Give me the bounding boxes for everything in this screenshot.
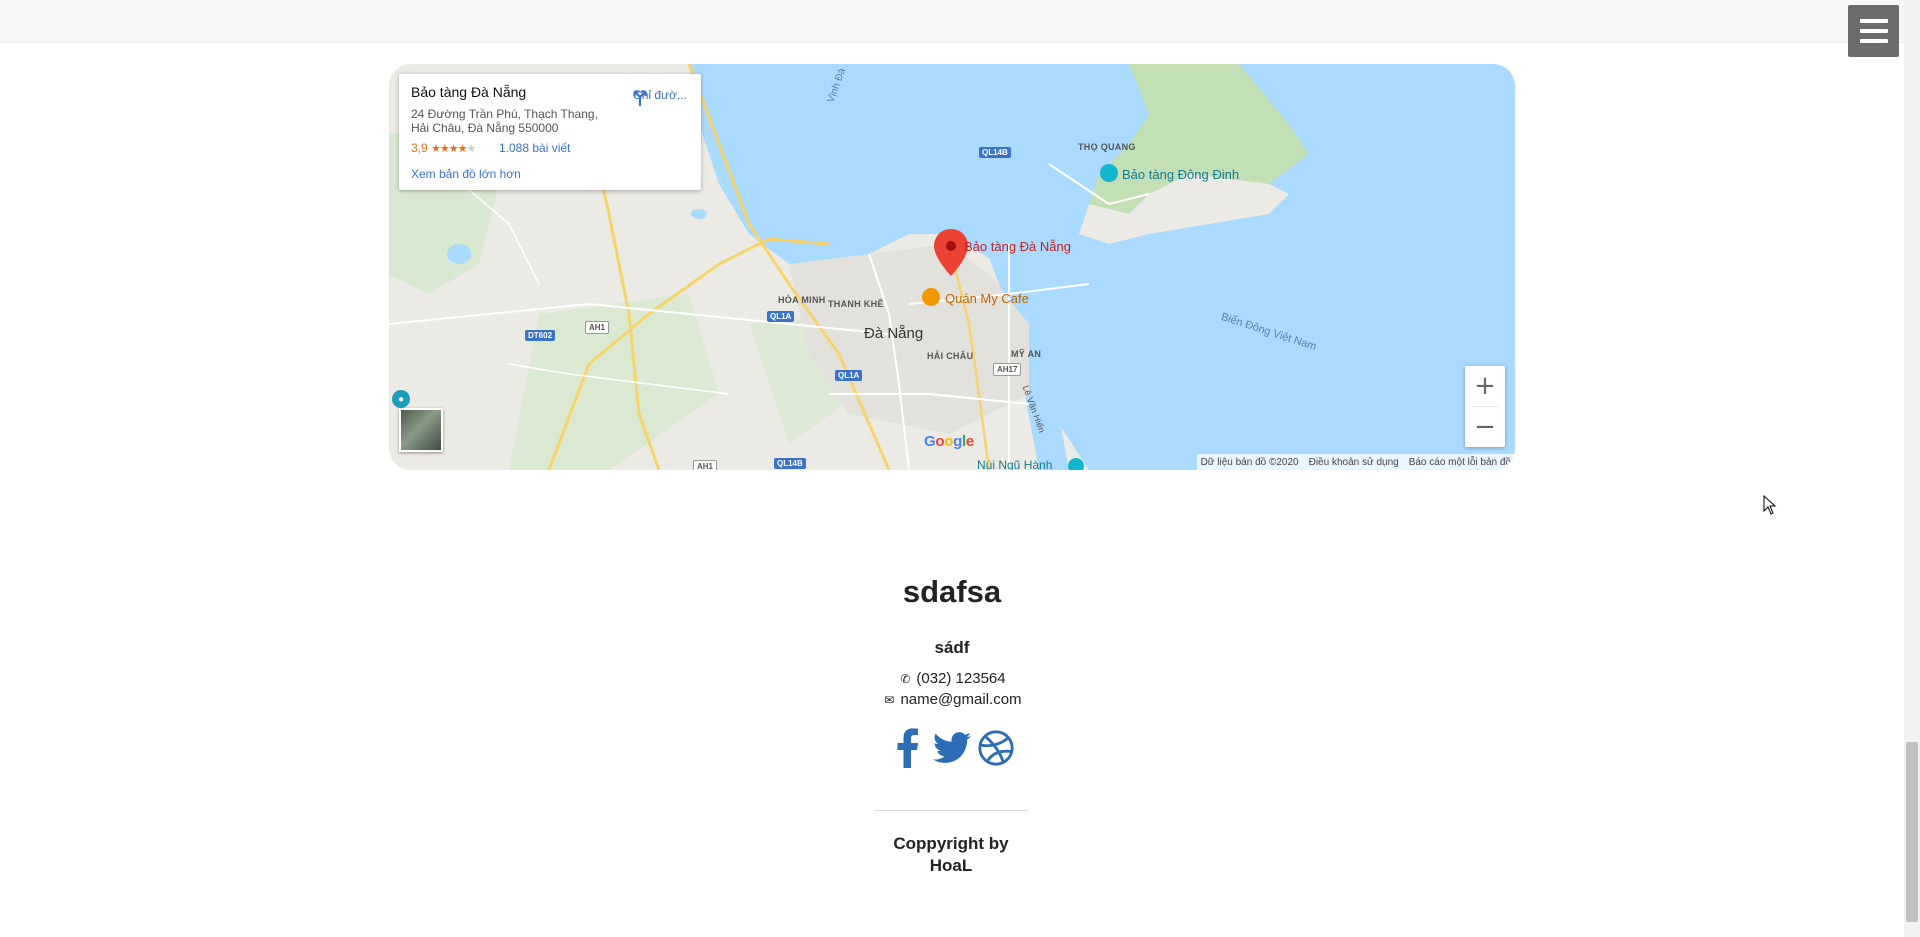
star-rating-icon: ★★★★★ — [431, 143, 476, 155]
dribbble-icon — [978, 730, 1014, 766]
road-badge: AH1 — [585, 321, 610, 334]
zoom-out-button[interactable]: − — [1465, 407, 1505, 447]
directions-button[interactable]: Chỉ đườ... — [629, 86, 691, 107]
place-address: 24 Đường Trần Phú, Thạch Thang, Hải Châu… — [411, 107, 598, 135]
place-reviews-link[interactable]: 1.088 bài viết — [499, 141, 570, 155]
facebook-icon — [897, 728, 918, 768]
social-links — [0, 727, 1904, 769]
footer-divider — [874, 810, 1028, 811]
map-label-nui-ngu-hanh: Núi Ngũ Hành — [977, 458, 1053, 470]
map-label-hoa-minh: HÒA MINH — [778, 295, 826, 305]
view-larger-map-link[interactable]: Xem bản đồ lớn hơn — [411, 167, 521, 181]
phone-number[interactable]: (032) 123564 — [916, 670, 1005, 687]
footer-title: sdafsa — [902, 574, 1002, 609]
google-logo: Google — [924, 433, 974, 450]
embedded-map[interactable]: Bảo tàng Đà Nẵng Quán My Cafe Bảo tàng Đ… — [389, 64, 1515, 470]
place-rating: 3,9 ★★★★★ — [411, 141, 476, 155]
road-badge: QL14B — [979, 147, 1011, 158]
phone-icon: ✆ — [900, 672, 911, 686]
twitter-link[interactable] — [933, 727, 971, 769]
map-label-city: Đà Nẵng — [864, 325, 924, 342]
dribbble-link[interactable] — [977, 727, 1015, 769]
facebook-link[interactable] — [889, 727, 927, 769]
map-label-thanh-khe: THANH KHÊ — [828, 299, 884, 309]
road-badge: DT602 — [525, 330, 556, 341]
map-label-hai-chau: HẢI CHÂU — [927, 351, 974, 361]
place-info-card: Bảo tàng Đà Nẵng 24 Đường Trần Phú, Thạc… — [399, 74, 701, 190]
copyright-text: Coppyright by HoaL — [893, 834, 1009, 875]
map-label-main-pin[interactable]: Bảo tàng Đà Nẵng — [964, 239, 1071, 254]
page-scrollbar[interactable] — [1904, 0, 1920, 937]
mouse-cursor-icon — [1763, 495, 1777, 515]
map-terms-link[interactable]: Điều khoản sử dụng — [1309, 457, 1399, 468]
place-title: Bảo tàng Đà Nẵng — [411, 84, 527, 100]
map-attribution: Dữ liệu bản đồ ©2020 Điều khoản sử dụng … — [1196, 454, 1515, 470]
satellite-toggle-button[interactable] — [399, 408, 443, 452]
hamburger-menu-button[interactable] — [1848, 5, 1899, 57]
road-badge: QL14B — [774, 458, 806, 469]
map-label-tho-quang: THỌ QUANG — [1078, 142, 1136, 152]
directions-icon — [633, 90, 647, 107]
envelope-icon: ✉ — [884, 693, 895, 707]
scrollbar-thumb[interactable] — [1906, 742, 1918, 922]
road-badge: AH17 — [993, 363, 1022, 376]
zoom-controls: + − — [1465, 366, 1505, 447]
footer-phone: ✆ (032) 123564 — [0, 670, 1904, 687]
map-data-credit: Dữ liệu bản đồ ©2020 — [1200, 456, 1299, 468]
twitter-icon — [933, 732, 971, 763]
email-address[interactable]: name@gmail.com — [900, 691, 1021, 708]
road-badge: QL1A — [767, 311, 795, 322]
footer-subtitle: sádf — [934, 638, 970, 657]
map-label-cafe[interactable]: Quán My Cafe — [945, 291, 1029, 306]
camera-icon[interactable]: ● — [392, 390, 410, 408]
road-badge: QL1A — [835, 370, 863, 381]
map-report-link[interactable]: Báo cáo một lỗi bản đồ — [1409, 457, 1511, 468]
place-rating-value: 3,9 — [411, 141, 428, 155]
hamburger-menu-icon — [1859, 19, 1888, 23]
map-label-museum2[interactable]: Bảo tàng Đông Đinh — [1122, 167, 1239, 182]
footer-email: ✉ name@gmail.com — [0, 691, 1904, 708]
map-label-my-an: MỸ AN — [1011, 349, 1042, 359]
zoom-in-button[interactable]: + — [1465, 366, 1505, 406]
top-bar — [0, 0, 1904, 43]
road-badge: AH1 — [693, 460, 718, 470]
